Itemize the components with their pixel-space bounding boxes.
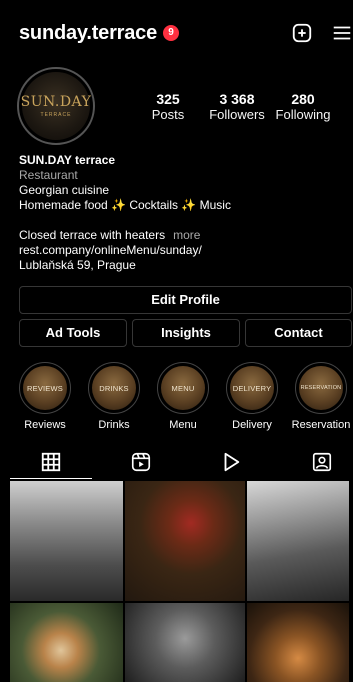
highlight-label: Menu: [169, 419, 197, 431]
avatar-logo-subtext: TERRACE: [40, 112, 72, 118]
post-thumbnail[interactable]: [125, 481, 245, 601]
reels-icon[interactable]: [130, 451, 152, 473]
bio-line: Georgian cuisine: [19, 183, 110, 197]
notification-badge[interactable]: 9: [163, 25, 179, 41]
highlight-cover: REVIEWS: [19, 362, 71, 414]
new-post-icon[interactable]: [291, 22, 313, 44]
username-title[interactable]: sunday.terrace: [19, 22, 157, 45]
avatar-logo-text: SUN.DAY: [20, 94, 92, 110]
following-label: Following: [275, 107, 331, 122]
highlight-cover: DELIVERY: [226, 362, 278, 414]
following-stat[interactable]: 280 Following: [273, 92, 333, 123]
highlight-reservation[interactable]: RESERVATION Reservation: [291, 362, 351, 431]
highlight-cover-text: REVIEWS: [27, 383, 63, 393]
post-thumbnail[interactable]: [247, 481, 349, 601]
ad-tools-button[interactable]: Ad Tools: [19, 319, 127, 347]
menu-icon[interactable]: [331, 22, 353, 44]
post-thumbnail[interactable]: [247, 603, 349, 682]
post-thumbnail[interactable]: [10, 603, 123, 682]
followers-label: Followers: [209, 107, 265, 122]
followers-stat[interactable]: 3 368 Followers: [207, 92, 267, 123]
website-link[interactable]: rest.company/onlineMenu/sunday/: [19, 243, 339, 258]
highlight-drinks[interactable]: DRINKS Drinks: [84, 362, 144, 431]
following-count: 280: [291, 91, 315, 107]
highlight-label: Delivery: [232, 419, 272, 431]
highlight-cover-text: DELIVERY: [232, 383, 272, 393]
highlight-cover: DRINKS: [88, 362, 140, 414]
post-thumbnail[interactable]: [10, 481, 123, 601]
post-thumbnail[interactable]: [125, 603, 245, 682]
highlight-cover-text: DRINKS: [99, 383, 129, 393]
grid-icon[interactable]: [40, 451, 62, 473]
highlight-cover-text: RESERVATION: [300, 385, 342, 391]
highlight-label: Drinks: [98, 419, 130, 431]
avatar-logo: SUN.DAY TERRACE: [20, 72, 92, 140]
posts-label: Posts: [151, 107, 185, 122]
highlight-cover: MENU: [157, 362, 209, 414]
bio-line: Closed terrace with heaters: [19, 228, 166, 242]
bio-line: Homemade food ✨ Cocktails ✨ Music: [19, 198, 231, 212]
followers-count: 3 368: [219, 91, 255, 107]
highlight-cover: RESERVATION: [295, 362, 347, 414]
tagged-icon[interactable]: [311, 451, 333, 473]
address-text[interactable]: Lublaňská 59, Prague: [19, 258, 339, 273]
active-tab-indicator: [10, 478, 92, 479]
posts-grid: [10, 481, 349, 682]
highlight-menu[interactable]: MENU Menu: [153, 362, 213, 431]
profile-avatar[interactable]: SUN.DAY TERRACE: [17, 67, 95, 145]
edit-profile-button[interactable]: Edit Profile: [19, 286, 352, 314]
highlight-cover-text: MENU: [171, 383, 195, 393]
highlight-label: Reviews: [24, 419, 66, 431]
highlight-reviews[interactable]: REVIEWS Reviews: [15, 362, 75, 431]
display-name: SUN.DAY terrace: [19, 153, 116, 167]
video-icon[interactable]: [220, 451, 242, 473]
highlight-delivery[interactable]: DELIVERY Delivery: [222, 362, 282, 431]
profile-bio: SUN.DAY terrace Restaurant Georgian cuis…: [19, 153, 339, 273]
bio-line-with-more: Closed terrace with heaters more: [19, 228, 339, 243]
posts-stat[interactable]: 325 Posts: [150, 92, 186, 123]
contact-button[interactable]: Contact: [245, 319, 352, 347]
highlight-label: Reservation: [291, 419, 351, 431]
profile-header: sunday.terrace 9: [0, 0, 353, 62]
more-link[interactable]: more: [173, 228, 200, 242]
posts-count: 325: [156, 91, 180, 107]
insights-button[interactable]: Insights: [132, 319, 240, 347]
category-label: Restaurant: [19, 168, 78, 182]
